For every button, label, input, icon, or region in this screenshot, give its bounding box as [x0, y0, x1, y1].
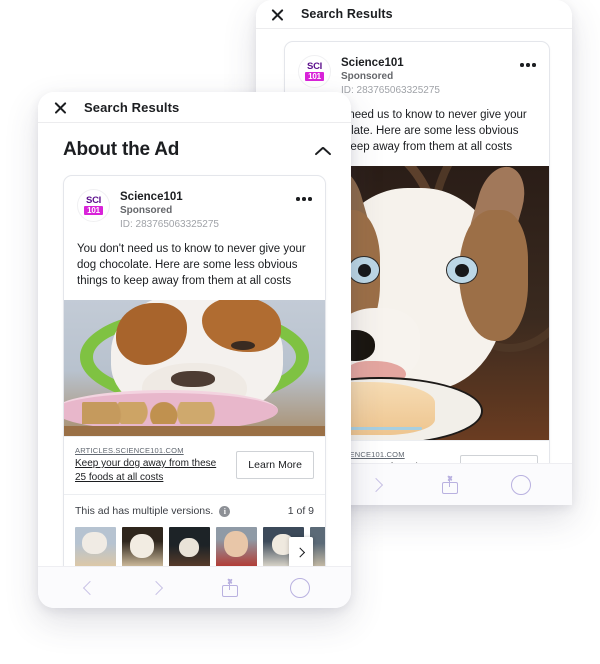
- thumbnail-item[interactable]: [122, 527, 163, 566]
- overflow-menu-icon[interactable]: [520, 63, 536, 67]
- front-browser-window: Search Results About the Ad SCI 101 Scie…: [38, 92, 351, 608]
- thumbnail-item[interactable]: [75, 527, 116, 566]
- front-versions-count: 1 of 9: [287, 505, 314, 517]
- front-carousel: [64, 523, 325, 566]
- front-thumbnail-strip[interactable]: [75, 527, 325, 566]
- info-icon[interactable]: i: [219, 505, 231, 517]
- front-ad-creative-image[interactable]: [64, 300, 325, 436]
- screenshot-stage: Search Results SCI 101 Science101 Sponso…: [0, 0, 600, 664]
- back-ad-header: SCI 101 Science101 Sponsored ID: 2837650…: [285, 42, 549, 98]
- carousel-next-button[interactable]: [289, 537, 313, 566]
- back-brand-name[interactable]: Science101: [341, 56, 440, 70]
- close-icon[interactable]: [53, 100, 68, 115]
- brand-logo-line1: SCI: [307, 61, 322, 72]
- thumbnail-item[interactable]: [216, 527, 257, 566]
- chevron-left-icon[interactable]: [78, 577, 100, 599]
- back-ad-identity: Science101 Sponsored ID: 283765063325275: [341, 55, 440, 98]
- overflow-menu-icon[interactable]: [296, 197, 312, 201]
- back-window-titlebar: Search Results: [256, 0, 572, 29]
- front-learn-more-button[interactable]: Learn More: [236, 451, 314, 479]
- share-icon[interactable]: [439, 474, 461, 496]
- front-safari-toolbar: [38, 566, 351, 608]
- front-brand-name[interactable]: Science101: [120, 190, 219, 204]
- front-ad-link-row: ARTICLES.SCIENCE101.COM Keep your dog aw…: [64, 436, 325, 494]
- front-ad-copy: You don't need us to know to never give …: [77, 243, 306, 287]
- thumbnail-item[interactable]: [169, 527, 210, 566]
- back-learn-more-button[interactable]: Learn More: [460, 455, 538, 463]
- chevron-right-icon[interactable]: [148, 577, 170, 599]
- compass-icon[interactable]: [510, 474, 532, 496]
- front-ad-identity: Science101 Sponsored ID: 283765063325275: [120, 189, 219, 232]
- front-ad-domain[interactable]: ARTICLES.SCIENCE101.COM: [75, 446, 228, 456]
- front-sponsored-label: Sponsored: [120, 205, 173, 216]
- back-window-title: Search Results: [301, 7, 393, 21]
- front-window-title: Search Results: [84, 99, 180, 115]
- brand-logo-icon: SCI 101: [77, 189, 110, 222]
- front-versions-text: This ad has multiple versions.: [75, 505, 214, 517]
- brand-logo-line1: SCI: [86, 195, 101, 206]
- front-ad-card: SCI 101 Science101 Sponsored ID: 2837650…: [63, 175, 326, 566]
- chevron-right-icon[interactable]: [368, 474, 390, 496]
- brand-logo-line2: 101: [305, 72, 324, 81]
- close-icon[interactable]: [270, 7, 285, 22]
- page-title: About the Ad: [63, 139, 180, 160]
- front-ad-id: ID: 283765063325275: [120, 219, 219, 230]
- front-ad-link-text[interactable]: ARTICLES.SCIENCE101.COM Keep your dog aw…: [75, 446, 228, 484]
- chevron-up-icon[interactable]: [314, 145, 331, 156]
- back-sponsored-label: Sponsored: [341, 71, 394, 82]
- share-icon[interactable]: [219, 577, 241, 599]
- front-ad-header: SCI 101 Science101 Sponsored ID: 2837650…: [64, 176, 325, 232]
- front-window-content: About the Ad SCI 101 Science101 Sponsore…: [38, 123, 351, 566]
- compass-icon[interactable]: [289, 577, 311, 599]
- front-ad-headline[interactable]: Keep your dog away from these 25 foods a…: [75, 457, 228, 484]
- front-versions-row: This ad has multiple versions. i 1 of 9: [64, 494, 325, 523]
- front-window-titlebar: Search Results: [38, 92, 351, 123]
- about-the-ad-header[interactable]: About the Ad: [38, 123, 351, 175]
- brand-logo-line2: 101: [84, 206, 103, 215]
- front-versions-left: This ad has multiple versions. i: [75, 505, 231, 517]
- brand-logo-icon: SCI 101: [298, 55, 331, 88]
- back-ad-id: ID: 283765063325275: [341, 85, 440, 96]
